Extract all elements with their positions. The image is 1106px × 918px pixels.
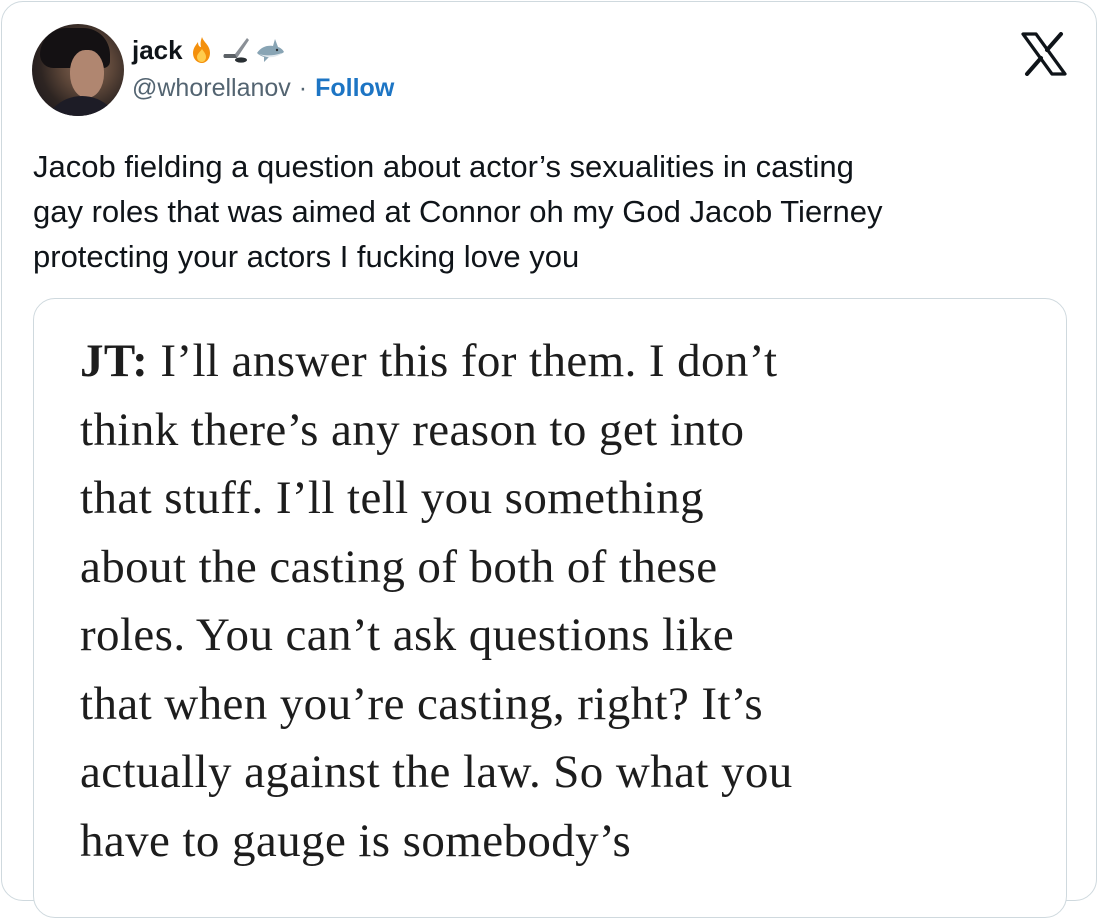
tweet-text-line: gay roles that was aimed at Connor oh my… xyxy=(33,194,883,229)
x-logo-icon[interactable] xyxy=(1020,32,1068,76)
quote-line: that stuff. I’ll tell you something xyxy=(80,472,705,524)
avatar-shoulder xyxy=(42,96,122,116)
quote-line: think there’s any reason to get into xyxy=(80,403,745,456)
hockey-stick-icon xyxy=(223,38,249,63)
separator-dot: · xyxy=(298,74,308,102)
fire-icon xyxy=(192,37,210,63)
quote-line: about the casting of both of these xyxy=(80,540,718,593)
author-display-name[interactable]: jack xyxy=(132,35,183,66)
quote-line: that when you’re casting, right? It’s xyxy=(80,677,764,730)
shark-icon xyxy=(256,39,284,62)
quote-line: actually against the law. So what you xyxy=(80,746,793,798)
quote-line: have to gauge is somebody’s xyxy=(80,814,632,867)
image-quote-text: JT: I’ll answer this for them. I don’t t… xyxy=(80,327,1060,875)
tweet-text-line: Jacob fielding a question about actor’s … xyxy=(33,149,854,184)
author-handle[interactable]: @whorellanov xyxy=(132,74,291,103)
quote-line: roles. You can’t ask questions like xyxy=(80,609,735,661)
avatar[interactable] xyxy=(32,24,124,116)
quote-speaker: JT: xyxy=(80,335,149,387)
tweet-embed-card: jack @whorellanov · Follow Jacob fieldin… xyxy=(1,1,1097,918)
tweet-image[interactable]: JT: I’ll answer this for them. I don’t t… xyxy=(33,298,1067,918)
avatar-face xyxy=(70,50,104,98)
author-handle-row: @whorellanov · Follow xyxy=(132,74,394,103)
follow-button[interactable]: Follow xyxy=(315,74,394,103)
tweet-text: Jacob fielding a question about actor’s … xyxy=(33,144,1083,279)
tweet-text-line: protecting your actors I fucking love yo… xyxy=(33,239,580,274)
author-name-row[interactable]: jack xyxy=(132,32,285,68)
quote-line: I’ll answer this for them. I don’t xyxy=(148,335,778,387)
